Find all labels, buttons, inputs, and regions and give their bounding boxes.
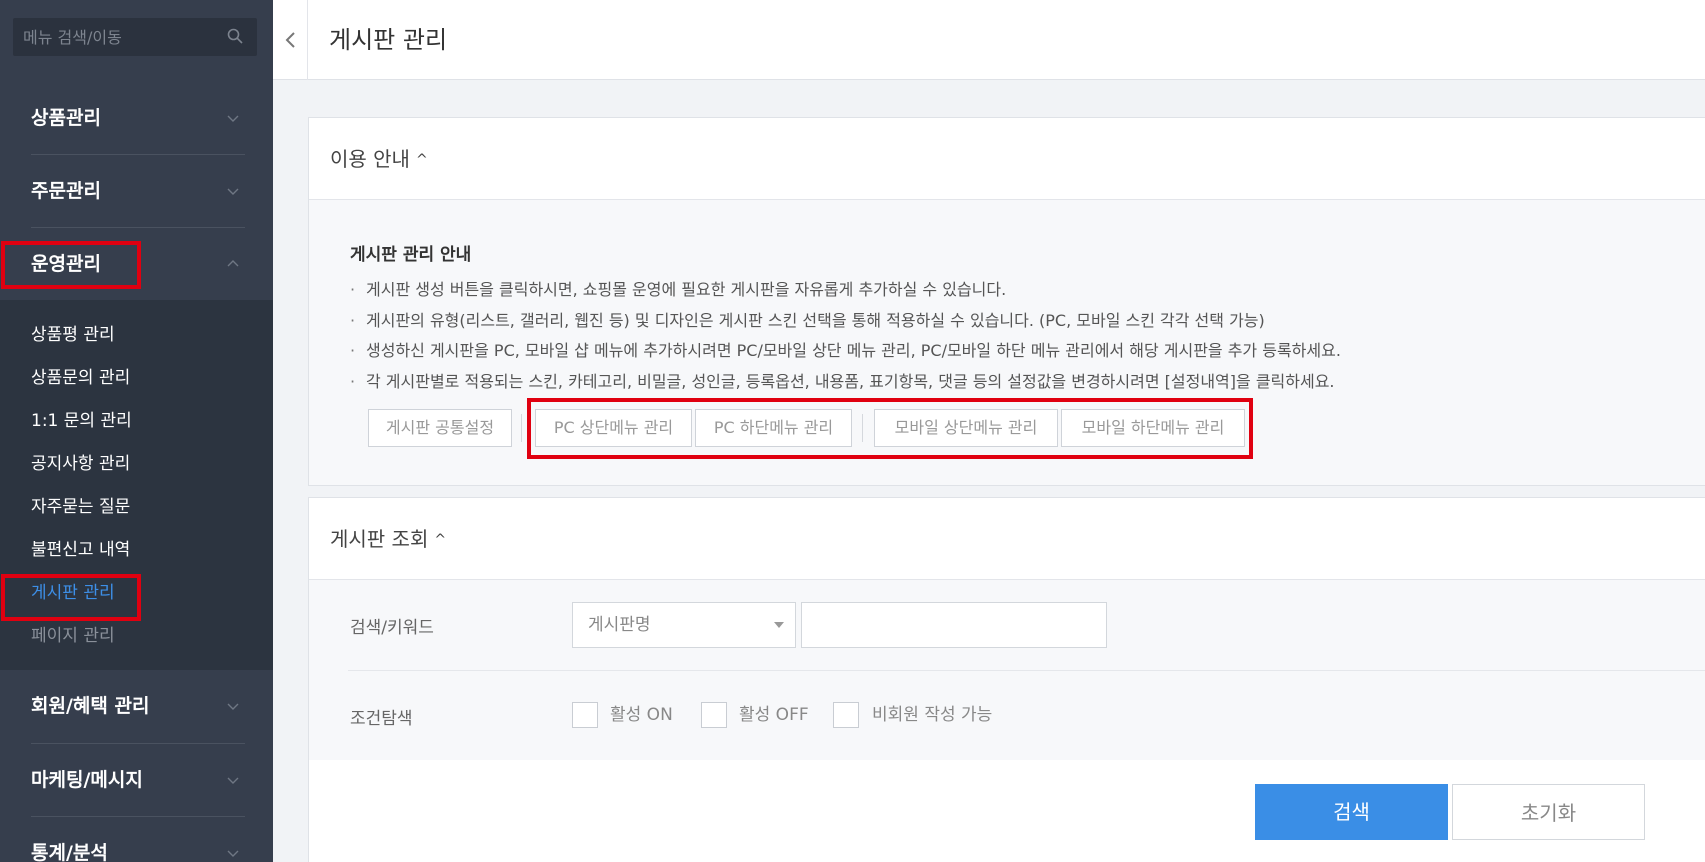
submenu-item-one-to-one[interactable]: 1:1 문의 관리 bbox=[31, 406, 132, 436]
sidebar-menu-label: 주문관리 bbox=[31, 180, 101, 202]
chevron-left-icon bbox=[285, 32, 295, 48]
menu-search bbox=[13, 18, 257, 56]
sidebar-submenu: 상품평 관리 상품문의 관리 1:1 문의 관리 공지사항 관리 자주묻는 질문… bbox=[0, 300, 273, 670]
guide-panel-header[interactable]: 이용 안내 ^ bbox=[309, 118, 1705, 200]
pc-bottom-menu-button[interactable]: PC 하단메뉴 관리 bbox=[695, 409, 852, 447]
board-common-settings-button[interactable]: 게시판 공통설정 bbox=[368, 409, 512, 447]
submenu-item-product-inquiry[interactable]: 상품문의 관리 bbox=[31, 363, 130, 393]
chevron-down-icon bbox=[227, 850, 239, 857]
chevron-up-icon bbox=[227, 260, 239, 267]
guide-item: 게시판 생성 버튼을 클릭하시면, 쇼핑몰 운영에 필요한 게시판을 자유롭게 … bbox=[350, 275, 1341, 306]
search-row-divider bbox=[348, 670, 1705, 671]
chevron-down-icon bbox=[227, 777, 239, 784]
filter-active-on-label: 활성 ON bbox=[610, 705, 673, 725]
caret-up-icon: ^ bbox=[415, 152, 428, 168]
button-separator bbox=[521, 414, 522, 442]
guide-panel-title: 이용 안내 ^ bbox=[330, 118, 428, 201]
guide-item: 생성하신 게시판을 PC, 모바일 샵 메뉴에 추가하시려면 PC/모바일 상단… bbox=[350, 336, 1341, 367]
sidebar-collapse-button[interactable] bbox=[273, 0, 308, 80]
sidebar-menu-label: 운영관리 bbox=[31, 253, 101, 275]
sidebar-menu-marketing[interactable]: 마케팅/메시지 bbox=[0, 744, 273, 816]
guide-list: 게시판 생성 버튼을 클릭하시면, 쇼핑몰 운영에 필요한 게시판을 자유롭게 … bbox=[350, 275, 1341, 397]
keyword-input[interactable] bbox=[801, 602, 1107, 648]
button-separator bbox=[862, 414, 863, 442]
chevron-down-icon bbox=[774, 622, 784, 628]
sidebar-menu-label: 상품관리 bbox=[31, 107, 101, 129]
filter-label: 조건탐색 bbox=[350, 709, 413, 729]
submenu-item-board[interactable]: 게시판 관리 bbox=[31, 578, 115, 608]
keyword-label: 검색/키워드 bbox=[350, 618, 434, 638]
submenu-item-review[interactable]: 상품평 관리 bbox=[31, 320, 115, 350]
select-value: 게시판명 bbox=[588, 615, 651, 635]
filter-guest-write-label: 비회원 작성 가능 bbox=[872, 705, 993, 725]
submenu-item-page[interactable]: 페이지 관리 bbox=[31, 621, 115, 651]
page-title: 게시판 관리 bbox=[329, 26, 448, 54]
sidebar: 상품관리 주문관리 운영관리 상품평 관리 상품문의 관리 1:1 문의 관리 … bbox=[0, 0, 273, 862]
filter-guest-write-checkbox[interactable] bbox=[833, 702, 859, 728]
guide-title: 게시판 관리 안내 bbox=[350, 245, 472, 265]
page-header: 게시판 관리 bbox=[273, 0, 1705, 80]
chevron-down-icon bbox=[227, 703, 239, 710]
menu-search-input[interactable] bbox=[13, 18, 257, 56]
filter-active-on-checkbox[interactable] bbox=[572, 702, 598, 728]
guide-item: 각 게시판별로 적용되는 스킨, 카테고리, 비밀글, 성인글, 등록옵션, 내… bbox=[350, 367, 1341, 398]
sidebar-menu-statistics[interactable]: 통계/분석 bbox=[0, 817, 273, 862]
search-icon[interactable] bbox=[227, 28, 243, 44]
mobile-bottom-menu-button[interactable]: 모바일 하단메뉴 관리 bbox=[1061, 409, 1245, 447]
sidebar-menu-product[interactable]: 상품관리 bbox=[0, 82, 273, 154]
filter-active-off-checkbox[interactable] bbox=[701, 702, 727, 728]
reset-button[interactable]: 초기화 bbox=[1452, 784, 1645, 840]
search-form: 검색/키워드 게시판명 조건탐색 활성 ON 활성 OFF 비회원 작성 가능 bbox=[308, 497, 1705, 757]
sidebar-menu-member[interactable]: 회원/혜택 관리 bbox=[0, 670, 273, 742]
mobile-top-menu-button[interactable]: 모바일 상단메뉴 관리 bbox=[874, 409, 1058, 447]
chevron-down-icon bbox=[227, 115, 239, 122]
sidebar-menu-label: 마케팅/메시지 bbox=[31, 769, 143, 791]
submenu-item-notice[interactable]: 공지사항 관리 bbox=[31, 449, 130, 479]
submenu-item-faq[interactable]: 자주묻는 질문 bbox=[31, 492, 130, 522]
chevron-down-icon bbox=[227, 188, 239, 195]
sidebar-menu-label: 회원/혜택 관리 bbox=[31, 695, 150, 717]
search-field-select[interactable]: 게시판명 bbox=[572, 602, 796, 648]
guide-item: 게시판의 유형(리스트, 갤러리, 웹진 등) 및 디자인은 게시판 스킨 선택… bbox=[350, 306, 1341, 337]
sidebar-menu-order[interactable]: 주문관리 bbox=[0, 155, 273, 227]
sidebar-menu-label: 통계/분석 bbox=[31, 842, 108, 862]
submenu-item-complaint[interactable]: 불편신고 내역 bbox=[31, 535, 130, 565]
search-button[interactable]: 검색 bbox=[1255, 784, 1448, 840]
pc-top-menu-button[interactable]: PC 상단메뉴 관리 bbox=[535, 409, 692, 447]
filter-active-off-label: 활성 OFF bbox=[739, 705, 809, 725]
sidebar-menu-operation[interactable]: 운영관리 bbox=[0, 228, 273, 300]
